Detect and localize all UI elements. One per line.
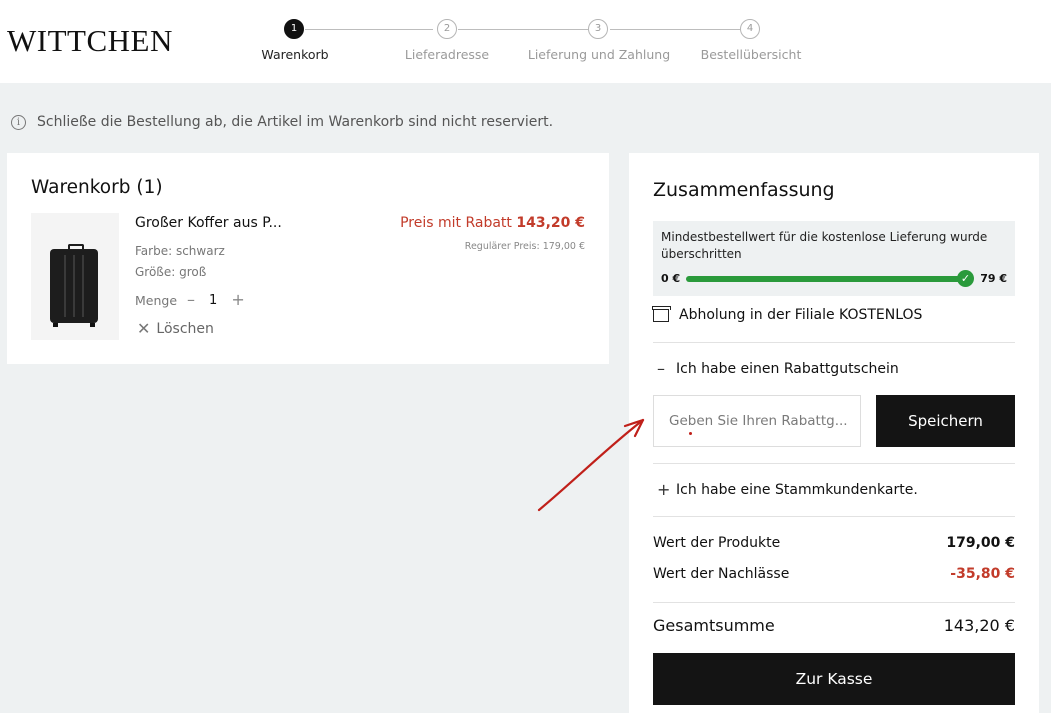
free-shipping-text: Mindestbestellwert für die kostenlose Li… xyxy=(661,230,988,261)
divider xyxy=(653,342,1015,343)
progress-max: 79 € xyxy=(980,272,1007,285)
loyalty-card-toggle[interactable]: + Ich habe eine Stammkundenkarte. xyxy=(657,480,918,499)
total-value: 143,20 € xyxy=(943,616,1015,635)
info-icon: i xyxy=(11,114,26,130)
discount-price-value: 143,20 € xyxy=(516,215,585,231)
summary-title: Zusammenfassung xyxy=(653,179,835,201)
discounts-value: -35,80 € xyxy=(950,566,1015,582)
divider xyxy=(653,516,1015,517)
store-icon xyxy=(652,305,671,322)
quantity-label: Menge xyxy=(135,292,178,308)
step-connector xyxy=(458,29,588,30)
header: WITTCHEN 1 2 3 4 Warenkorb Lieferadresse… xyxy=(0,0,1051,83)
step-3-label: Lieferung und Zahlung xyxy=(527,47,671,62)
check-icon: ✓ xyxy=(957,270,974,287)
free-shipping-progress xyxy=(686,276,963,282)
discounts-row: Wert der Nachlässe -35,80 € xyxy=(653,566,1015,582)
discounts-label: Wert der Nachlässe xyxy=(653,566,790,582)
step-1-circle: 1 xyxy=(284,19,304,39)
discount-price-label: Preis mit Rabatt xyxy=(400,215,512,231)
product-image[interactable] xyxy=(31,213,119,340)
coupon-toggle[interactable]: – Ich habe einen Rabattgutschein xyxy=(657,359,899,378)
loyalty-card-label: Ich habe eine Stammkundenkarte. xyxy=(676,481,918,498)
suitcase-image xyxy=(50,244,98,327)
delete-label: Löschen xyxy=(156,320,214,337)
coupon-toggle-label: Ich habe einen Rabattgutschein xyxy=(676,360,899,377)
product-name[interactable]: Großer Koffer aus P... xyxy=(135,215,282,231)
free-shipping-box: Mindestbestellwert für die kostenlose Li… xyxy=(653,221,1015,296)
divider xyxy=(653,602,1015,603)
total-label: Gesamtsumme xyxy=(653,616,775,635)
store-pickup-text: Abholung in der Filiale KOSTENLOS xyxy=(679,307,923,323)
step-2-circle: 2 xyxy=(437,19,457,39)
plus-icon: + xyxy=(657,480,671,499)
annotation-dot xyxy=(689,432,692,435)
products-value: 179,00 € xyxy=(946,535,1015,551)
delete-item-button[interactable]: ✕ Löschen xyxy=(137,319,214,338)
checkout-steps: 1 2 3 4 Warenkorb Lieferadresse Lieferun… xyxy=(0,0,1051,83)
quantity-value[interactable]: 1 xyxy=(209,293,217,308)
step-4-circle: 4 xyxy=(740,19,760,39)
divider xyxy=(653,463,1015,464)
minus-icon: – xyxy=(657,359,665,378)
cart-panel: Warenkorb (1) Großer Koffer aus P... Far… xyxy=(7,153,609,364)
product-color: Farbe: schwarz xyxy=(135,244,225,258)
regular-price: Regulärer Preis: 179,00 € xyxy=(464,241,585,252)
annotation-arrow xyxy=(537,418,645,512)
total-row: Gesamtsumme 143,20 € xyxy=(653,616,1015,635)
quantity-stepper: Menge – 1 + xyxy=(135,292,255,308)
step-3-circle: 3 xyxy=(588,19,608,39)
cart-title: Warenkorb (1) xyxy=(31,177,163,198)
store-pickup-info: Abholung in der Filiale KOSTENLOS xyxy=(652,305,923,323)
step-connector xyxy=(305,29,433,30)
products-value-label: Wert der Produkte xyxy=(653,535,781,551)
step-2-label: Lieferadresse xyxy=(404,47,490,62)
quantity-increase-button[interactable]: + xyxy=(231,292,244,308)
save-coupon-button[interactable]: Speichern xyxy=(876,395,1015,447)
close-icon: ✕ xyxy=(137,319,151,338)
step-connector xyxy=(610,29,740,30)
product-size: Größe: groß xyxy=(135,265,207,279)
coupon-input[interactable] xyxy=(653,395,861,447)
step-1-label: Warenkorb xyxy=(261,47,329,62)
progress-min: 0 € xyxy=(661,272,681,285)
reservation-notice-text: Schließe die Bestellung ab, die Artikel … xyxy=(37,114,554,130)
checkout-button[interactable]: Zur Kasse xyxy=(653,653,1015,705)
reservation-notice: i Schließe die Bestellung ab, die Artike… xyxy=(11,114,553,130)
discount-price: Preis mit Rabatt 143,20 € xyxy=(400,215,585,231)
quantity-decrease-button[interactable]: – xyxy=(187,292,195,308)
products-value-row: Wert der Produkte 179,00 € xyxy=(653,535,1015,551)
step-4-label: Bestellübersicht xyxy=(700,47,802,62)
